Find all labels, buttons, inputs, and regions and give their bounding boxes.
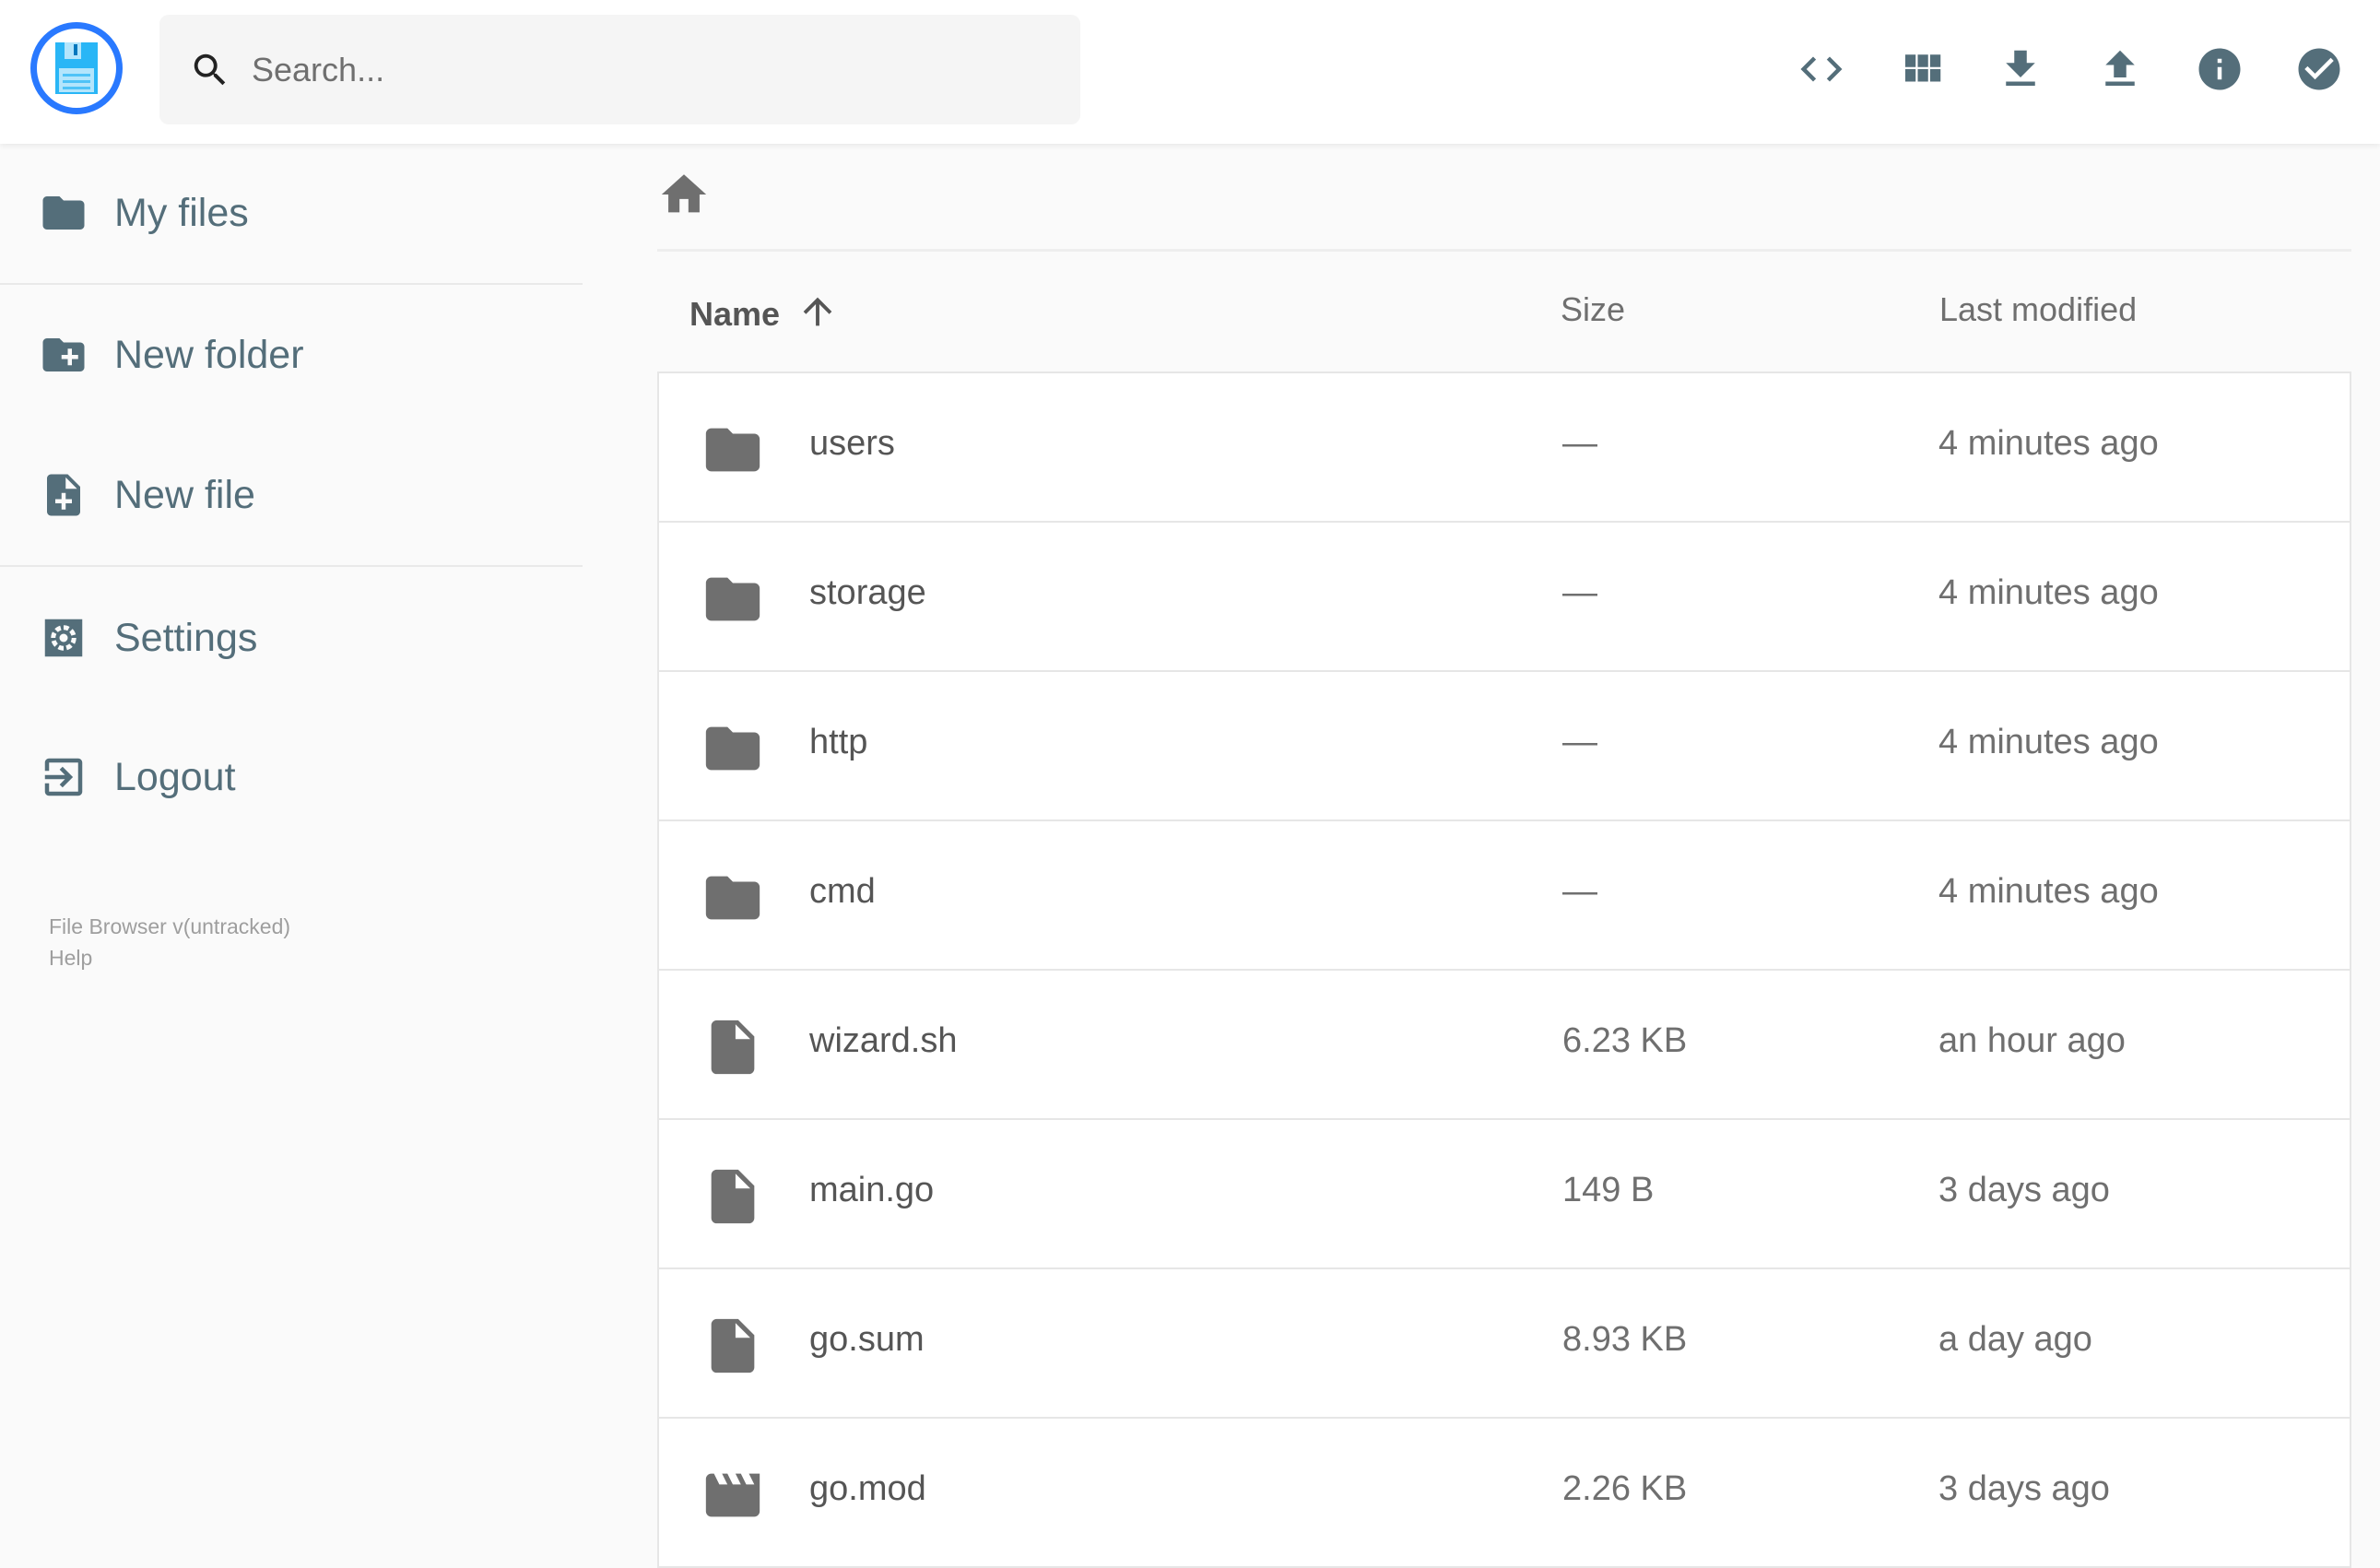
file-name: users	[809, 424, 895, 463]
file-name: go.sum	[809, 1320, 925, 1359]
folder-icon	[701, 866, 765, 939]
check-circle-icon[interactable]	[2294, 44, 2344, 94]
file-name: main.go	[809, 1171, 935, 1209]
search-input[interactable]	[252, 50, 989, 89]
sidebar: My files New folder New file Settings Lo…	[0, 144, 583, 1530]
file-modified: 3 days ago	[1938, 1171, 2110, 1209]
table-row[interactable]: go.sum 8.93 KB a day ago	[659, 1269, 2350, 1419]
table-row[interactable]: users — 4 minutes ago	[659, 373, 2350, 523]
column-size[interactable]: Size	[1561, 290, 1625, 329]
info-icon[interactable]	[2195, 44, 2245, 94]
file-size: —	[1562, 424, 1597, 463]
arrow-up-icon	[803, 297, 832, 326]
file-name: go.mod	[809, 1469, 926, 1508]
sidebar-item-new-folder[interactable]: New folder	[0, 318, 583, 392]
sidebar-item-label: Logout	[114, 754, 236, 799]
sidebar-item-label: My files	[114, 190, 249, 235]
file-name: http	[809, 723, 868, 761]
logout-icon	[44, 758, 83, 796]
search-icon	[194, 53, 226, 85]
note-add-icon	[47, 474, 80, 516]
file-modified: 4 minutes ago	[1938, 424, 2159, 463]
file-size: —	[1562, 573, 1597, 612]
file-modified: 4 minutes ago	[1938, 723, 2159, 761]
table-row[interactable]: wizard.sh 6.23 KB an hour ago	[659, 971, 2350, 1120]
file-modified: 4 minutes ago	[1938, 573, 2159, 612]
floppy-disk-icon	[55, 42, 98, 94]
file-icon	[701, 1314, 765, 1387]
sidebar-item-settings[interactable]: Settings	[0, 601, 583, 675]
download-icon[interactable]	[1996, 44, 2045, 94]
table-row[interactable]: go.mod 2.26 KB 3 days ago	[659, 1419, 2350, 1568]
file-name: storage	[809, 573, 926, 612]
sidebar-item-label: New file	[114, 472, 255, 517]
table-row[interactable]: http — 4 minutes ago	[659, 672, 2350, 821]
sidebar-item-label: Settings	[114, 615, 258, 660]
file-icon	[701, 1164, 765, 1238]
file-name: cmd	[809, 872, 876, 911]
search-box[interactable]	[159, 15, 1080, 124]
help-link[interactable]: Help	[49, 946, 92, 971]
breadcrumb	[657, 144, 2351, 252]
grid-view-icon[interactable]	[1897, 44, 1947, 94]
sidebar-item-label: New folder	[114, 332, 304, 377]
code-icon[interactable]	[1797, 44, 1846, 94]
divider	[0, 565, 583, 567]
file-modified: 4 minutes ago	[1938, 872, 2159, 911]
file-modified: 3 days ago	[1938, 1469, 2110, 1508]
version-text: File Browser v(untracked)	[49, 914, 291, 938]
file-icon	[701, 1015, 765, 1089]
top-bar	[0, 0, 2380, 144]
divider	[0, 283, 583, 285]
settings-icon	[44, 619, 83, 657]
table-row[interactable]: main.go 149 B 3 days ago	[659, 1120, 2350, 1269]
sidebar-item-new-file[interactable]: New file	[0, 458, 583, 532]
sidebar-item-logout[interactable]: Logout	[0, 740, 583, 814]
file-size: —	[1562, 872, 1597, 911]
file-list: users — 4 minutes ago storage — 4 minute…	[657, 371, 2351, 1568]
file-modified: an hour ago	[1938, 1021, 2126, 1060]
create-folder-icon	[42, 338, 85, 371]
folder-icon	[701, 567, 765, 641]
folder-icon	[701, 716, 765, 790]
file-size: 2.26 KB	[1562, 1469, 1688, 1508]
folder-icon	[701, 418, 765, 491]
file-size: 149 B	[1562, 1171, 1655, 1209]
file-name: wizard.sh	[809, 1021, 958, 1060]
folder-icon	[42, 196, 85, 230]
sidebar-item-my-files[interactable]: My files	[0, 176, 583, 250]
table-row[interactable]: cmd — 4 minutes ago	[659, 821, 2350, 971]
file-size: 8.93 KB	[1562, 1320, 1688, 1359]
table-row[interactable]: storage — 4 minutes ago	[659, 523, 2350, 672]
movie-icon	[701, 1463, 765, 1537]
file-modified: a day ago	[1938, 1320, 2092, 1359]
column-name[interactable]: Name	[689, 290, 839, 334]
column-last-modified[interactable]: Last modified	[1939, 290, 2137, 329]
upload-icon[interactable]	[2095, 44, 2145, 94]
app-logo[interactable]	[30, 22, 123, 114]
home-icon[interactable]	[657, 168, 711, 221]
table-header: Name Size Last modified	[657, 267, 2351, 371]
file-size: —	[1562, 723, 1597, 761]
file-size: 6.23 KB	[1562, 1021, 1688, 1060]
